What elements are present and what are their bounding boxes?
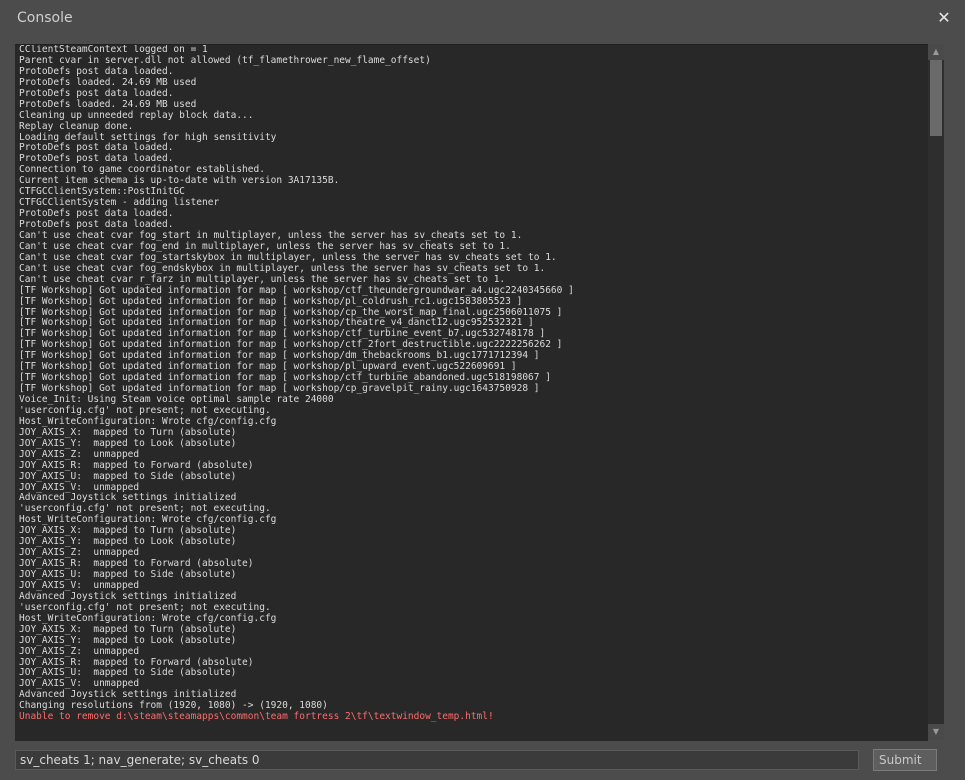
console-line: JOY_AXIS_X: mapped to Turn (absolute) [19,623,237,635]
scroll-thumb[interactable] [930,60,942,136]
console-output[interactable]: CClientSteamContext logged on = 1 Parent … [15,44,928,741]
console-line: JOY_AXIS_Y: mapped to Look (absolute) [19,437,237,449]
console-line: JOY_AXIS_Z: unmapped [19,645,140,657]
command-input[interactable] [15,750,859,770]
console-line: Cleaning up unneeded replay block data..… [19,109,254,121]
console-line: JOY_AXIS_Z: unmapped [19,448,140,460]
console-line: Replay cleanup done. [19,120,134,132]
title-bar[interactable]: Console ✕ [0,0,965,38]
console-line: JOY_AXIS_Y: mapped to Look (absolute) [19,536,237,548]
window-title: Console [17,10,73,26]
console-scrollbar[interactable]: ▲ ▼ [928,44,944,740]
console-line: JOY_AXIS_U: mapped to Side (absolute) [19,667,237,679]
console-line: Can't use cheat cvar r_farz in multiplay… [19,273,506,285]
console-line: JOY_AXIS_U: mapped to Side (absolute) [19,470,237,482]
submit-button[interactable]: Submit [873,749,937,771]
scroll-down-icon[interactable]: ▼ [928,724,944,740]
console-line: JOY_AXIS_R: mapped to Forward (absolute) [19,459,254,471]
console-error-line: Unable to remove d:\steam\steamapps\comm… [19,711,494,723]
console-line: JOY_AXIS_Y: mapped to Look (absolute) [19,634,237,646]
console-line: [TF Workshop] Got updated information fo… [19,284,574,296]
console-line: JOY_AXIS_U: mapped to Side (absolute) [19,569,237,580]
console-line: [TF Workshop] Got updated information fo… [19,295,523,307]
close-icon[interactable]: ✕ [934,8,954,28]
console-line: ProtoDefs loaded. 24.69 MB used [19,98,197,110]
scroll-track[interactable] [928,60,944,724]
scroll-up-icon[interactable]: ▲ [928,44,944,60]
console-window: Console ✕ CClientSteamContext logged on … [0,0,965,780]
console-log: CClientSteamContext logged on = 1 Parent … [15,45,928,723]
